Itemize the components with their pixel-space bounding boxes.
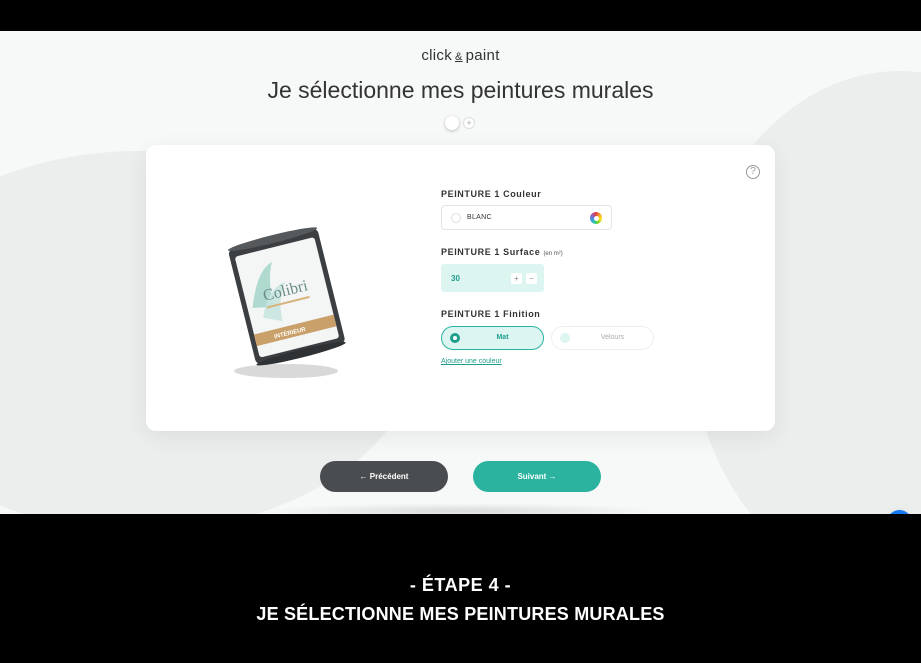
messenger-icon [887,510,912,514]
page-title: Je sélectionne mes peintures murales [267,77,654,103]
color-value: BLANC [467,214,492,221]
logo-ampersand: & [455,51,463,63]
messenger-chat-button[interactable] [887,510,912,514]
logo-text-left: click [421,47,452,64]
paint-can-image: Colibri INTÉRIEUR [227,227,346,378]
finish-option-label: Mat [496,334,509,341]
color-wheel-icon[interactable] [590,212,602,224]
increment-button[interactable]: + [511,273,522,284]
finish-option-mat[interactable]: Mat [441,326,544,350]
surface-value[interactable]: 30 [451,274,460,283]
surface-label: PEINTURE 1 Surface (en m²) [441,247,563,257]
help-icon[interactable]: ? [746,165,760,179]
paint-form-card: ? Colibri INTÉRIEUR PEINTURE 1 Couleur B… [146,145,775,431]
paint-selector: + [445,115,475,131]
paint-1-toggle[interactable] [445,116,459,130]
surface-input[interactable]: 30 + − [441,264,544,292]
screen-shadow [260,503,660,514]
finish-option-label: Velours [600,334,625,341]
logo-text-right: paint [465,47,500,64]
surface-unit: (en m²) [543,251,563,257]
color-swatch [451,213,461,223]
finish-option-velours[interactable]: Velours [551,326,654,350]
app-window: click & paint Je sélectionne mes peintures… [0,31,921,514]
color-select[interactable]: BLANC [441,205,612,230]
brand-logo[interactable]: click & paint [0,47,921,64]
radio-selected-icon [450,333,460,343]
decrement-button[interactable]: − [526,273,537,284]
previous-button[interactable]: ← Précédent [320,461,448,492]
add-paint-button[interactable]: + [463,117,475,129]
radio-unselected-icon [560,333,570,343]
surface-label-text: PEINTURE 1 Surface [441,247,541,257]
add-color-link[interactable]: Ajouter une couleur [441,358,502,365]
next-button[interactable]: Suivant → [473,461,601,492]
finish-label: PEINTURE 1 Finition [441,309,541,319]
step-title-caption: JE SÉLECTIONNE MES PEINTURES MURALES [256,604,665,624]
step-caption: - ÉTAPE 4 - [409,575,512,595]
color-label: PEINTURE 1 Couleur [441,189,542,199]
